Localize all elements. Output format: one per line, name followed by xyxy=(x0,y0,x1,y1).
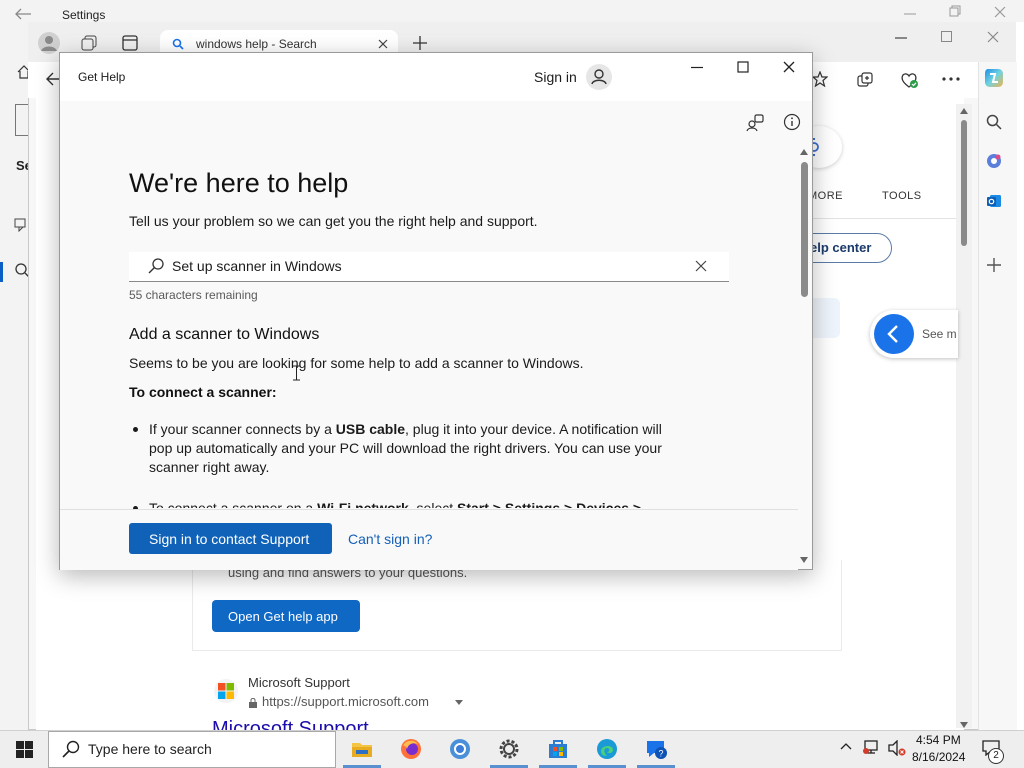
article-title: Add a scanner to Windows xyxy=(129,326,320,343)
settings-icon[interactable] xyxy=(497,737,521,761)
info-icon[interactable] xyxy=(783,113,801,131)
sidebar-search-icon[interactable] xyxy=(986,114,1002,130)
bing-help-center-label: elp center xyxy=(810,240,872,255)
lock-icon xyxy=(248,697,258,708)
file-explorer-icon[interactable] xyxy=(350,737,374,761)
bullet-dot xyxy=(133,427,138,432)
get-help-scroll-up-icon[interactable] xyxy=(800,149,808,155)
edge-tab-title: windows help - Search xyxy=(196,37,317,51)
get-help-minimize-icon[interactable] xyxy=(690,66,704,69)
usb-instruction-pre: If your scanner connects by a xyxy=(149,421,336,437)
bing-prev-circle[interactable] xyxy=(874,314,914,354)
favorites-star-icon[interactable] xyxy=(812,71,828,87)
get-help-titlebar xyxy=(60,53,812,101)
tab-search-icon xyxy=(172,38,184,50)
sidebar-shopping-icon[interactable] xyxy=(986,153,1002,169)
result-url-chevron-icon[interactable] xyxy=(455,700,463,705)
settings-back-icon[interactable] xyxy=(14,8,32,20)
tray-date[interactable]: 8/16/2024 xyxy=(912,750,965,764)
settings-titlebar xyxy=(0,0,1024,22)
sidebar-add-icon[interactable] xyxy=(987,258,1001,272)
microsoft-logo-icon xyxy=(214,679,238,703)
settings-preview-frame xyxy=(15,104,29,136)
result-site-name: Microsoft Support xyxy=(248,675,350,690)
edge-scroll-down-icon[interactable] xyxy=(960,722,968,728)
wifi-instruction: To connect a scanner on a Wi-Fi network,… xyxy=(149,499,709,508)
text-cursor-icon xyxy=(293,365,300,381)
path-separator: > xyxy=(488,500,505,508)
browser-essentials-icon[interactable] xyxy=(899,70,919,90)
settings-restore-icon[interactable] xyxy=(949,5,961,17)
edge-minimize-icon[interactable] xyxy=(895,37,907,39)
tab-close-icon[interactable] xyxy=(378,39,388,49)
copilot-icon[interactable] xyxy=(982,66,1006,90)
tray-time[interactable]: 4:54 PM xyxy=(916,733,961,747)
chrome-icon[interactable] xyxy=(448,737,472,761)
vertical-tabs-icon[interactable] xyxy=(122,35,138,51)
settings-title: Settings xyxy=(62,8,106,22)
get-help-title: Get Help xyxy=(78,70,126,84)
settings-close-icon[interactable] xyxy=(994,6,1006,18)
network-icon[interactable] xyxy=(862,739,880,755)
usb-instruction: If your scanner connects by a USB cable,… xyxy=(149,420,679,477)
outlook-icon[interactable] xyxy=(986,193,1002,209)
wifi-network-term: Wi-Fi network xyxy=(317,500,409,508)
result-url[interactable]: https://support.microsoft.com xyxy=(262,694,429,709)
get-help-close-icon[interactable] xyxy=(783,61,795,73)
open-get-help-app-label: Open Get help app xyxy=(228,609,338,624)
bing-see-more-label: See m xyxy=(922,327,957,341)
settings-more-icon[interactable] xyxy=(942,77,960,81)
get-help-sign-in[interactable]: Sign in xyxy=(534,69,577,85)
edge-scroll-thumb[interactable] xyxy=(961,120,967,246)
article-intro: Seems to be you are looking for some hel… xyxy=(129,355,584,371)
bing-tab-tools[interactable]: TOOLS xyxy=(882,190,922,202)
svg-text:?: ? xyxy=(658,749,663,759)
cant-sign-in-link[interactable]: Can't sign in? xyxy=(348,531,432,547)
bing-tabs-divider xyxy=(800,218,956,219)
get-help-window xyxy=(59,52,813,570)
get-help-scroll-down-icon[interactable] xyxy=(800,557,808,563)
help-subheading: Tell us your problem so we can get you t… xyxy=(129,213,538,229)
share-feedback-icon[interactable] xyxy=(745,113,765,133)
store-icon[interactable] xyxy=(546,737,570,761)
edge-close-icon[interactable] xyxy=(987,31,999,43)
usb-cable-term: USB cable xyxy=(335,421,406,437)
collections-icon[interactable] xyxy=(856,71,874,89)
wifi-instruction-pre: To connect a scanner on a xyxy=(149,500,318,508)
help-heading: We're here to help xyxy=(129,168,349,198)
start-term: Start xyxy=(457,500,489,508)
firefox-icon[interactable] xyxy=(399,737,423,761)
get-help-icon[interactable]: ? xyxy=(644,737,668,761)
get-help-maximize-icon[interactable] xyxy=(737,61,749,73)
path-separator: > xyxy=(560,500,577,508)
settings-minimize-icon[interactable] xyxy=(903,6,917,16)
volume-muted-icon[interactable] xyxy=(887,740,907,756)
help-search-value[interactable]: Set up scanner in Windows xyxy=(172,258,342,274)
taskbar-search-placeholder: Type here to search xyxy=(88,741,212,757)
edge-scroll-up-icon[interactable] xyxy=(960,108,968,114)
workspaces-icon[interactable] xyxy=(80,34,98,52)
notification-count-badge: 2 xyxy=(988,748,1004,764)
new-tab-icon[interactable] xyxy=(413,36,427,50)
edge-icon[interactable] xyxy=(595,737,619,761)
devices-term: Devices xyxy=(576,500,630,508)
edge-maximize-icon[interactable] xyxy=(941,31,952,42)
clear-search-icon[interactable] xyxy=(695,260,707,272)
taskbar-search-icon xyxy=(62,740,80,758)
bing-tab-more[interactable]: MORE xyxy=(808,190,843,202)
path-separator: > xyxy=(629,500,642,508)
profile-avatar[interactable] xyxy=(38,32,60,54)
connect-scanner-heading: To connect a scanner: xyxy=(129,384,277,400)
get-help-scroll-thumb[interactable] xyxy=(801,162,808,297)
characters-remaining: 55 characters remaining xyxy=(129,288,258,302)
user-avatar-icon[interactable] xyxy=(586,64,612,90)
wifi-instruction-mid: , select xyxy=(408,500,458,508)
settings-nav-indicator xyxy=(0,262,3,282)
windows-start-icon[interactable] xyxy=(16,741,33,758)
sign-in-contact-support-label: Sign in to contact Support xyxy=(149,531,310,547)
settings-term: Settings xyxy=(504,500,561,508)
tray-expand-icon[interactable] xyxy=(840,742,852,750)
search-icon xyxy=(148,258,164,274)
